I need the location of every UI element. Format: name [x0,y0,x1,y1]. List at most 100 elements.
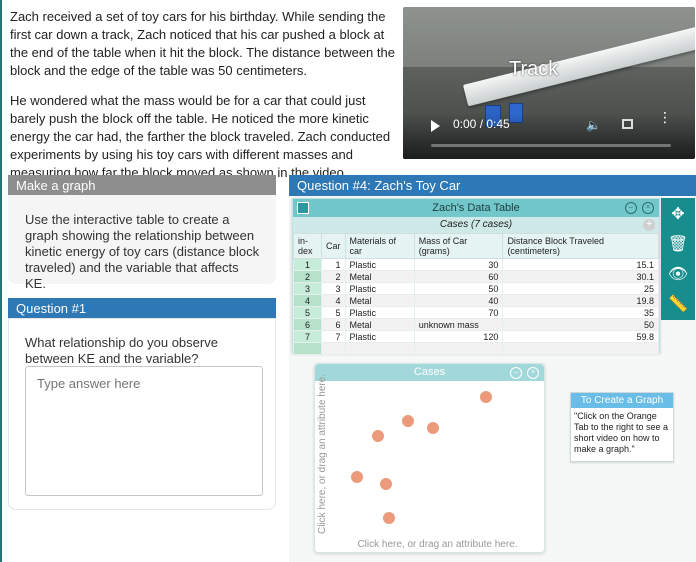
material-cell[interactable]: Plastic [344,282,415,295]
material-cell[interactable]: Plastic [344,306,415,319]
car-cell[interactable]: 3 [321,282,346,295]
material-cell[interactable]: Metal [344,294,415,307]
data-table-title: Zach's Data Table [432,202,520,214]
mass-cell[interactable]: 120 [413,330,504,343]
distance-cell[interactable]: 35 [502,306,659,319]
graph-point[interactable] [380,477,393,490]
eye-icon[interactable]: 👁 [661,260,695,290]
row-index: 3 [293,282,322,295]
close-icon[interactable]: × [642,202,654,214]
material-cell[interactable]: Plastic [344,258,415,271]
video-player[interactable]: Track 0:00 / 0:45 🔈 ⋮ [403,7,695,159]
graph-point[interactable] [427,422,440,435]
move-icon[interactable]: ✥ [661,200,695,230]
distance-cell[interactable]: 30.1 [502,270,659,283]
car-cell[interactable]: 5 [321,306,346,319]
column-header[interactable]: in-dex [293,233,322,259]
make-graph-panel: Use the interactive table to create a gr… [8,195,276,291]
make-graph-header: Make a graph [8,175,276,195]
material-cell[interactable]: Metal [344,270,415,283]
empty-cell[interactable] [344,342,415,355]
row-index: 6 [293,318,322,331]
video-overlay-text: Track [509,58,559,80]
tool-palette: ✥ 🗑 👁 📏 [661,198,695,320]
distance-cell[interactable]: 50 [502,318,659,331]
question1-header: Question #1 [8,298,276,318]
mass-cell[interactable]: 30 [413,258,504,271]
distance-cell[interactable]: 25 [502,282,659,295]
x-axis-prompt[interactable]: Click here, or drag an attribute here. [331,539,544,550]
distance-cell[interactable]: 19.8 [502,294,659,307]
table-row[interactable]: 3 3 Plastic 50 25 [293,282,659,295]
video-controls [403,113,695,159]
distance-cell[interactable]: 15.1 [502,258,659,271]
ruler-icon[interactable]: 📏 [661,290,695,320]
data-table-titlebar[interactable]: Zach's Data Table – × [293,199,659,217]
graph-titlebar[interactable]: Cases – × [315,364,544,381]
intro-paragraph-2: He wondered what the mass would be for a… [10,93,391,180]
fullscreen-icon[interactable] [622,119,633,129]
question1-panel: What relationship do you observe between… [8,318,276,510]
mass-cell[interactable]: 40 [413,294,504,307]
row-index: 2 [293,270,322,283]
data-table-card[interactable]: Zach's Data Table – × Cases (7 cases) + … [292,198,660,355]
column-header[interactable]: Mass of Car (grams) [413,233,504,259]
intro-paragraph-1: Zach received a set of toy cars for his … [10,9,395,78]
more-options-icon[interactable]: ⋮ [658,110,672,124]
graph-point[interactable] [480,391,493,404]
empty-row[interactable] [293,342,659,355]
distance-cell[interactable]: 59.8 [502,330,659,343]
y-axis-drop-zone[interactable]: Click here, or drag an attribute here. [315,373,329,536]
car-cell[interactable]: 1 [321,258,346,271]
note-title-text: To Create a Graph [580,395,664,406]
table-row[interactable]: 1 1 Plastic 30 15.1 [293,258,659,271]
table-icon[interactable] [297,202,309,214]
note-text: "Click on the Orange Tab to the right to… [574,411,669,454]
table-row[interactable]: 2 2 Metal 60 30.1 [293,270,659,283]
intro-text: Zach received a set of toy cars for his … [10,8,402,194]
car-cell[interactable]: 6 [321,318,346,331]
column-header[interactable]: Distance Block Traveled (centimeters) [502,233,659,259]
graph-point[interactable] [401,414,414,427]
car-cell[interactable]: 7 [321,330,346,343]
empty-cell[interactable] [502,342,659,355]
trash-icon[interactable]: 🗑 [661,230,695,260]
column-header[interactable]: Materials of car [344,233,415,259]
add-attribute-icon[interactable]: + [643,219,655,231]
empty-cell[interactable] [321,342,346,355]
question1-prompt: What relationship do you observe between… [25,335,218,366]
note-title: To Create a Graph [571,393,673,408]
graph-point[interactable] [382,511,395,524]
table-row[interactable]: 6 6 Metal unknown mass 50 [293,318,659,331]
answer-input[interactable] [25,366,263,496]
volume-icon[interactable]: 🔈 [586,118,601,132]
graph-plot-area[interactable] [331,382,544,536]
car-cell[interactable]: 2 [321,270,346,283]
mass-cell[interactable]: 50 [413,282,504,295]
table-row[interactable]: 7 7 Plastic 120 59.8 [293,330,659,343]
graph-point[interactable] [371,429,384,442]
mass-cell[interactable]: 60 [413,270,504,283]
y-axis-prompt: Click here, or drag an attribute here. [317,373,328,534]
cases-table: in-dex Car Materials of car Mass of Car … [293,233,659,355]
table-row[interactable]: 4 4 Metal 40 19.8 [293,294,659,307]
row-index: 5 [293,306,322,319]
minimize-icon[interactable]: – [510,367,522,379]
cases-label: Cases (7 cases) [439,219,513,230]
graph-card[interactable]: Cases – × Click here, or drag an attribu… [314,363,545,553]
graph-point[interactable] [350,471,363,484]
material-cell[interactable]: Metal [344,318,415,331]
cases-header: Cases (7 cases) + [293,217,659,233]
video-progress-bar[interactable] [431,144,671,147]
table-row[interactable]: 5 5 Plastic 70 35 [293,306,659,319]
material-cell[interactable]: Plastic [344,330,415,343]
mass-cell[interactable]: 70 [413,306,504,319]
column-header[interactable]: Car [321,233,346,259]
empty-cell[interactable] [413,342,504,355]
row-index: 7 [293,330,322,343]
car-cell[interactable]: 4 [321,294,346,307]
close-icon[interactable]: × [527,367,539,379]
minimize-icon[interactable]: – [625,202,637,214]
play-icon[interactable] [431,120,440,132]
mass-cell[interactable]: unknown mass [413,318,504,331]
